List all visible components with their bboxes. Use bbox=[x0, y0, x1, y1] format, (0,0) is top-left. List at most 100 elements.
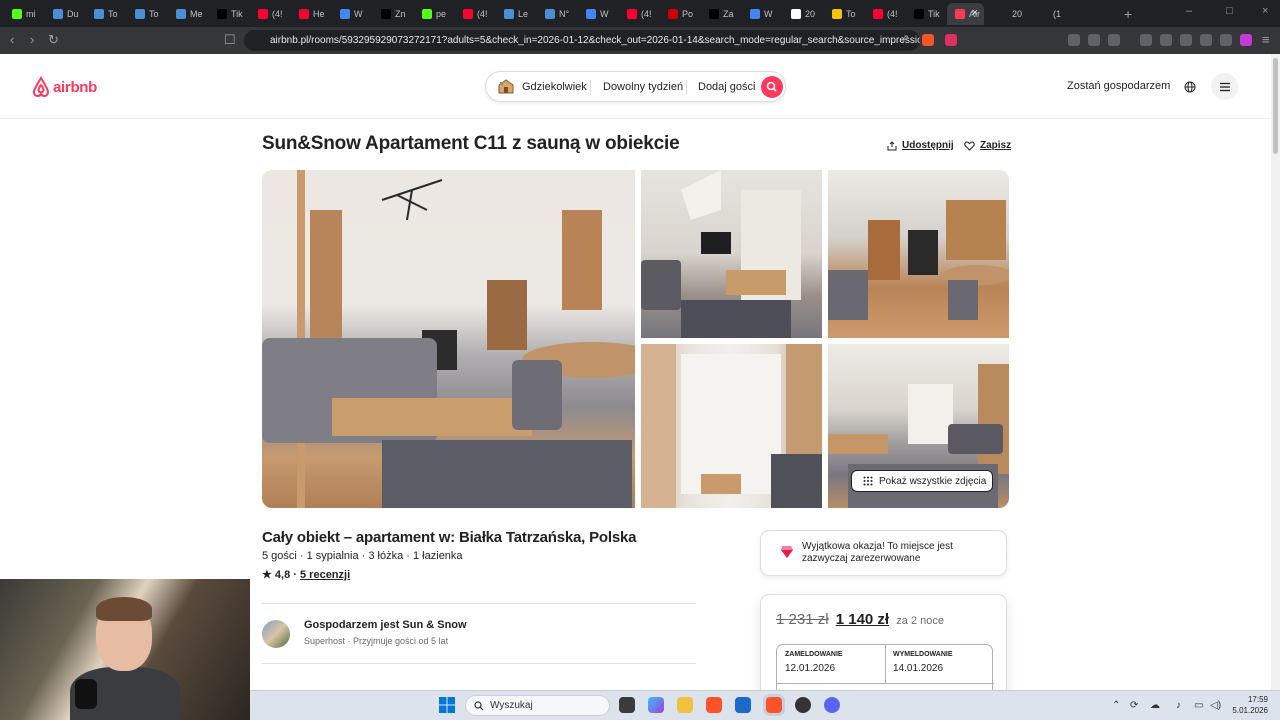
host-subtitle: Superhost · Przyjmuje gości od 5 lat bbox=[304, 636, 449, 646]
user-menu-button[interactable] bbox=[1211, 73, 1238, 100]
browser-tab[interactable]: W bbox=[578, 3, 619, 25]
search-button[interactable] bbox=[761, 76, 783, 98]
new-price[interactable]: 1 140 zł bbox=[836, 611, 889, 628]
ai-icon[interactable] bbox=[1200, 34, 1212, 46]
browser-tab[interactable]: 20 bbox=[783, 3, 824, 25]
browser-tab[interactable]: (4! bbox=[619, 3, 660, 25]
browser-tab[interactable]: Me bbox=[168, 3, 209, 25]
maximize-icon[interactable]: □ bbox=[1226, 5, 1233, 17]
airbnb-logo[interactable]: airbnb bbox=[31, 76, 97, 98]
language-button[interactable] bbox=[1176, 73, 1203, 100]
photo-window-balcony[interactable] bbox=[641, 344, 822, 508]
search-where[interactable]: Gdziekolwiek bbox=[522, 81, 587, 93]
discord-icon[interactable] bbox=[824, 697, 840, 713]
extension-icon[interactable] bbox=[1068, 34, 1080, 46]
tray-display-icon[interactable]: ▭ bbox=[1194, 700, 1203, 711]
browser-tab[interactable]: pe bbox=[414, 3, 455, 25]
screenshot-icon[interactable] bbox=[1108, 34, 1120, 46]
tray-cloud-icon[interactable]: ☁ bbox=[1150, 700, 1160, 711]
search-icon bbox=[766, 81, 777, 92]
vpn-icon[interactable] bbox=[1220, 34, 1232, 46]
checkin-value[interactable]: 12.01.2026 bbox=[785, 663, 835, 674]
taskbar-search[interactable]: Wyszukaj bbox=[465, 695, 610, 716]
bookmark-icon[interactable]: ☐ bbox=[224, 32, 236, 48]
browser-tab[interactable]: Air × bbox=[947, 2, 984, 25]
search-guests[interactable]: Dodaj gości bbox=[698, 81, 755, 93]
living-room-illustration bbox=[262, 170, 635, 508]
tab-close-icon[interactable]: × bbox=[972, 7, 978, 19]
globe-icon bbox=[1184, 81, 1195, 92]
checkout-value[interactable]: 14.01.2026 bbox=[893, 663, 943, 674]
browser-tab[interactable]: Tik bbox=[209, 3, 250, 25]
browser-tab[interactable]: W bbox=[332, 3, 373, 25]
browser-tab[interactable]: (4! bbox=[250, 3, 291, 25]
browser-tab[interactable]: W bbox=[742, 3, 783, 25]
task-view-icon[interactable] bbox=[619, 697, 635, 713]
save-button[interactable]: Zapisz bbox=[964, 140, 1011, 151]
copilot-icon[interactable] bbox=[648, 697, 664, 713]
extensions-puzzle-icon[interactable] bbox=[1088, 34, 1100, 46]
browser-tab[interactable]: Zn bbox=[373, 3, 414, 25]
menu-icon[interactable]: ≡ bbox=[1262, 32, 1270, 47]
file-explorer-icon[interactable] bbox=[677, 697, 693, 713]
url-field[interactable]: airbnb.pl/rooms/593295929073272171?adult… bbox=[244, 30, 920, 51]
search-when[interactable]: Dowolny tydzień bbox=[603, 81, 683, 93]
sidebar-icon[interactable] bbox=[1160, 34, 1172, 46]
rating-value: ★ 4,8 · bbox=[262, 569, 297, 581]
photo-kitchen-hall[interactable] bbox=[828, 170, 1009, 338]
browser-tab[interactable]: N° bbox=[537, 3, 578, 25]
save-label: Zapisz bbox=[980, 140, 1012, 151]
browser-tab[interactable]: To bbox=[127, 3, 168, 25]
store-icon[interactable] bbox=[735, 697, 751, 713]
browser-tab[interactable]: Tik bbox=[906, 3, 947, 25]
browser-tab[interactable]: Le bbox=[496, 3, 537, 25]
search-bar[interactable]: Gdziekolwiek Dowolny tydzień Dodaj gości bbox=[485, 71, 786, 102]
share-button[interactable]: Udostępnij bbox=[887, 140, 954, 151]
browser-tab[interactable]: (1 bbox=[1045, 3, 1086, 25]
tab-favicon-icon bbox=[586, 8, 596, 19]
browser-tab[interactable]: Po bbox=[660, 3, 701, 25]
browser-tab[interactable]: mi bbox=[4, 3, 45, 25]
photo-main-living-room[interactable] bbox=[262, 170, 635, 508]
browser-tab[interactable]: (4! bbox=[865, 3, 906, 25]
become-host-link[interactable]: Zostań gospodarzem bbox=[1067, 80, 1170, 92]
minimize-icon[interactable]: – bbox=[1186, 5, 1192, 17]
browser-tab[interactable]: (4! bbox=[455, 3, 496, 25]
brave-shields-icon[interactable] bbox=[922, 34, 934, 46]
show-all-photos-button[interactable]: Pokaż wszystkie zdjęcia bbox=[851, 470, 993, 492]
music-icon[interactable] bbox=[1140, 34, 1152, 46]
tray-chevron-icon[interactable]: ⌃ bbox=[1112, 700, 1120, 711]
browser-tab[interactable]: To bbox=[86, 3, 127, 25]
tab-label: To bbox=[149, 8, 159, 19]
browser-tab[interactable]: Du bbox=[45, 3, 86, 25]
browser-tab[interactable]: He bbox=[291, 3, 332, 25]
scrollbar-thumb[interactable] bbox=[1273, 58, 1278, 154]
brave-rewards-icon[interactable] bbox=[945, 34, 957, 46]
browser-tab[interactable]: To bbox=[824, 3, 865, 25]
tab-label: Za bbox=[723, 8, 734, 19]
profile-icon[interactable] bbox=[1240, 34, 1252, 46]
share-page-icon[interactable]: ⇗ bbox=[900, 32, 909, 45]
wallet-icon[interactable] bbox=[1180, 34, 1192, 46]
forward-icon[interactable]: › bbox=[30, 32, 34, 47]
new-tab-icon[interactable]: + bbox=[1124, 6, 1132, 22]
photo-living-tv[interactable] bbox=[641, 170, 822, 338]
reviews-link[interactable]: 5 recenzji bbox=[300, 569, 350, 581]
close-window-icon[interactable]: × bbox=[1262, 5, 1268, 17]
browser-tab[interactable]: Za bbox=[701, 3, 742, 25]
reload-icon[interactable]: ↻ bbox=[48, 32, 59, 48]
page-scrollbar[interactable] bbox=[1271, 54, 1280, 690]
tray-volume-icon[interactable]: ◁) bbox=[1210, 700, 1221, 711]
back-icon[interactable]: ‹ bbox=[10, 32, 14, 47]
windows-start-icon[interactable] bbox=[439, 697, 455, 713]
diamond-icon bbox=[781, 546, 793, 558]
host-avatar[interactable] bbox=[262, 620, 290, 648]
obs-icon[interactable] bbox=[795, 697, 811, 713]
tray-mic-icon[interactable]: ♪ bbox=[1176, 700, 1181, 711]
taskbar-clock[interactable]: 17:59 5.01.2026 bbox=[1232, 694, 1268, 716]
brave-icon[interactable] bbox=[706, 697, 722, 713]
browser-tab[interactable]: 20 bbox=[1004, 3, 1045, 25]
tab-favicon-icon bbox=[258, 8, 268, 19]
tray-sync-icon[interactable]: ⟳ bbox=[1130, 700, 1138, 711]
brave-active-icon[interactable] bbox=[766, 697, 782, 713]
